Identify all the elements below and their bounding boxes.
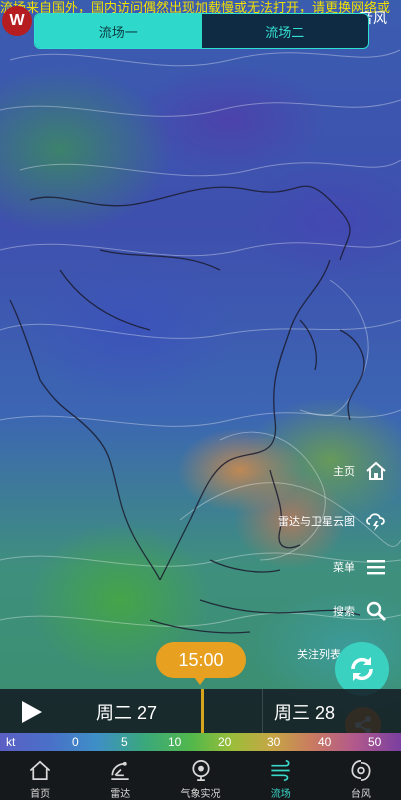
nav-item-wind-flow[interactable]: 流场 xyxy=(241,751,321,800)
timeline-day-2: 周三 28 xyxy=(274,703,336,723)
typhoon-icon xyxy=(351,760,371,781)
scale-tick: 0 xyxy=(72,735,79,749)
scale-tick: 30 xyxy=(267,735,281,749)
radar-icon xyxy=(111,761,129,781)
nav-label: 气象实况 xyxy=(180,789,221,800)
flow-tabs: 流场一 流场二 xyxy=(34,13,369,49)
timeline-divider xyxy=(262,689,263,733)
timeline-day-1: 周二 27 xyxy=(96,703,158,723)
scale-tick: 10 xyxy=(168,735,182,749)
bottom-nav: 首页 雷达 气象实况 流场 台风 xyxy=(0,751,401,800)
refresh-icon xyxy=(351,657,373,681)
hamburger-icon xyxy=(365,556,387,578)
nav-item-weather-live[interactable]: 气象实况 xyxy=(160,751,240,800)
nav-label: 流场 xyxy=(270,789,291,800)
side-item-label: 搜索 xyxy=(333,606,355,618)
timeline-cursor[interactable] xyxy=(201,689,204,733)
nav-label: 首页 xyxy=(30,789,51,800)
scale-tick: 40 xyxy=(318,735,332,749)
search-icon xyxy=(365,600,387,622)
cloud-lightning-icon xyxy=(365,510,387,532)
nav-item-radar[interactable]: 雷达 xyxy=(80,751,160,800)
side-item-label: 关注列表 xyxy=(297,649,341,661)
side-item-label: 主页 xyxy=(333,466,355,478)
nav-label: 台风 xyxy=(350,789,371,800)
scale-tick: 50 xyxy=(368,735,382,749)
nav-label: 雷达 xyxy=(110,789,131,800)
scale-tick: 5 xyxy=(121,735,128,749)
timeline-bar[interactable]: 周二 27 周三 28 xyxy=(0,689,401,733)
scale-tick: 20 xyxy=(218,735,232,749)
home-icon xyxy=(29,760,51,781)
side-item-label: 菜单 xyxy=(333,562,355,574)
nav-item-typhoon[interactable]: 台风 xyxy=(321,751,401,800)
tab-flow-2[interactable]: 流场二 xyxy=(202,14,369,48)
nav-item-home[interactable]: 首页 xyxy=(0,751,80,800)
home-icon xyxy=(365,460,387,482)
wind-speed-scale: kt 0 5 10 20 30 40 50 xyxy=(0,733,401,751)
time-indicator: 15:00 xyxy=(156,642,246,685)
side-item-label: 雷达与卫星云图 xyxy=(278,516,355,528)
refresh-button[interactable] xyxy=(335,642,389,696)
wind-flow-icon xyxy=(271,760,290,781)
side-item-watchlist[interactable]: 关注列表 xyxy=(297,646,341,662)
play-icon[interactable] xyxy=(22,701,42,723)
side-item-search[interactable]: 搜索 xyxy=(333,600,387,622)
side-item-home[interactable]: 主页 xyxy=(333,460,387,482)
side-item-radar-satellite[interactable]: 雷达与卫星云图 xyxy=(278,510,387,532)
logo-mark: W xyxy=(2,6,32,36)
tab-flow-1[interactable]: 流场一 xyxy=(35,14,202,48)
weather-live-icon xyxy=(191,760,210,781)
scale-unit: kt xyxy=(6,735,16,749)
side-item-menu[interactable]: 菜单 xyxy=(333,556,387,578)
